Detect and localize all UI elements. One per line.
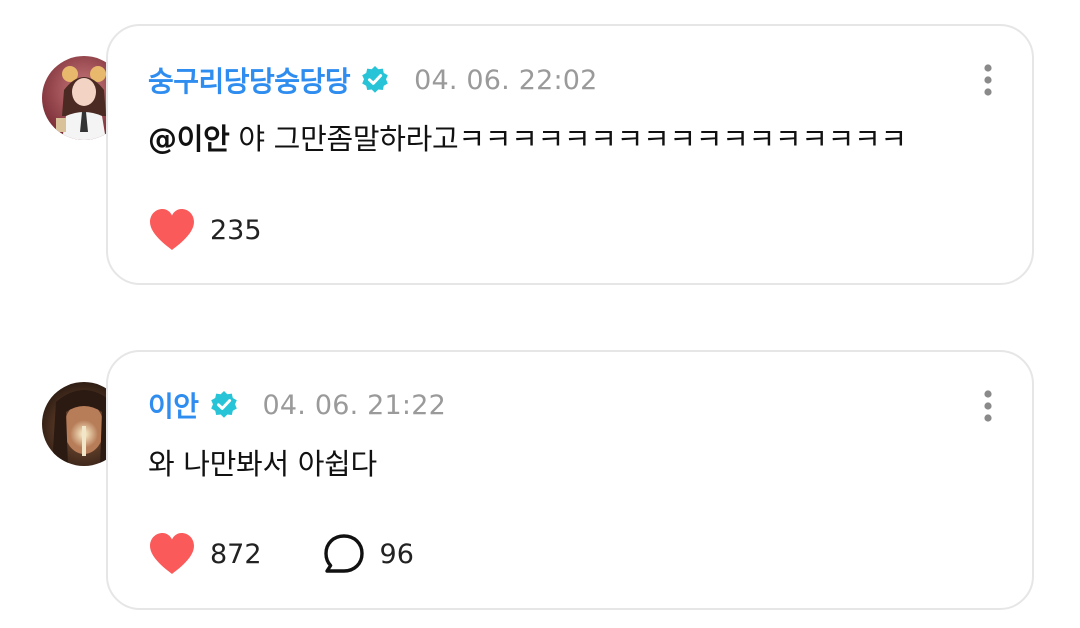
comment-feed: 숭구리당당숭당당 04. 06. 22:02 @이안 야 그만좀말하라고ㅋㅋㅋㅋ… [0,0,1080,628]
reply-button[interactable]: 96 [322,533,414,575]
comment-body: 와 나만봐서 아쉽다 [148,447,377,481]
comment-actions: 872 96 [148,530,414,578]
comment-text: @이안 야 그만좀말하라고ㅋㅋㅋㅋㅋㅋㅋㅋㅋㅋㅋㅋㅋㅋㅋㅋㅋ [148,116,907,158]
comment-card: 이안 04. 06. 21:22 와 나만봐서 아쉽다 872 96 [106,350,1034,610]
comment-card: 숭구리당당숭당당 04. 06. 22:02 @이안 야 그만좀말하라고ㅋㅋㅋㅋ… [106,24,1034,285]
like-button[interactable]: 235 [148,208,262,252]
timestamp: 04. 06. 22:02 [414,64,598,96]
speech-bubble-icon [323,534,364,573]
username[interactable]: 숭구리당당숭당당 [148,60,351,100]
more-vertical-icon[interactable] [980,388,996,428]
username[interactable]: 이안 [148,385,199,425]
like-count: 872 [210,538,262,570]
timestamp: 04. 06. 21:22 [262,389,446,421]
heart-icon [150,533,194,574]
comment-header: 이안 04. 06. 21:22 [148,385,446,425]
verified-badge-icon [362,66,388,93]
comment-text: 와 나만봐서 아쉽다 [148,441,377,483]
verified-badge-icon [210,391,237,418]
comment-actions: 235 [148,206,262,254]
comment-header: 숭구리당당숭당당 04. 06. 22:02 [148,60,598,100]
like-button[interactable]: 872 [148,532,262,576]
heart-icon [150,209,194,250]
mention-link[interactable]: @이안 [148,122,230,156]
reply-count: 96 [379,538,414,570]
more-vertical-icon[interactable] [980,62,996,102]
comment-body: 야 그만좀말하라고ㅋㅋㅋㅋㅋㅋㅋㅋㅋㅋㅋㅋㅋㅋㅋㅋㅋ [229,122,907,156]
like-count: 235 [210,214,262,246]
